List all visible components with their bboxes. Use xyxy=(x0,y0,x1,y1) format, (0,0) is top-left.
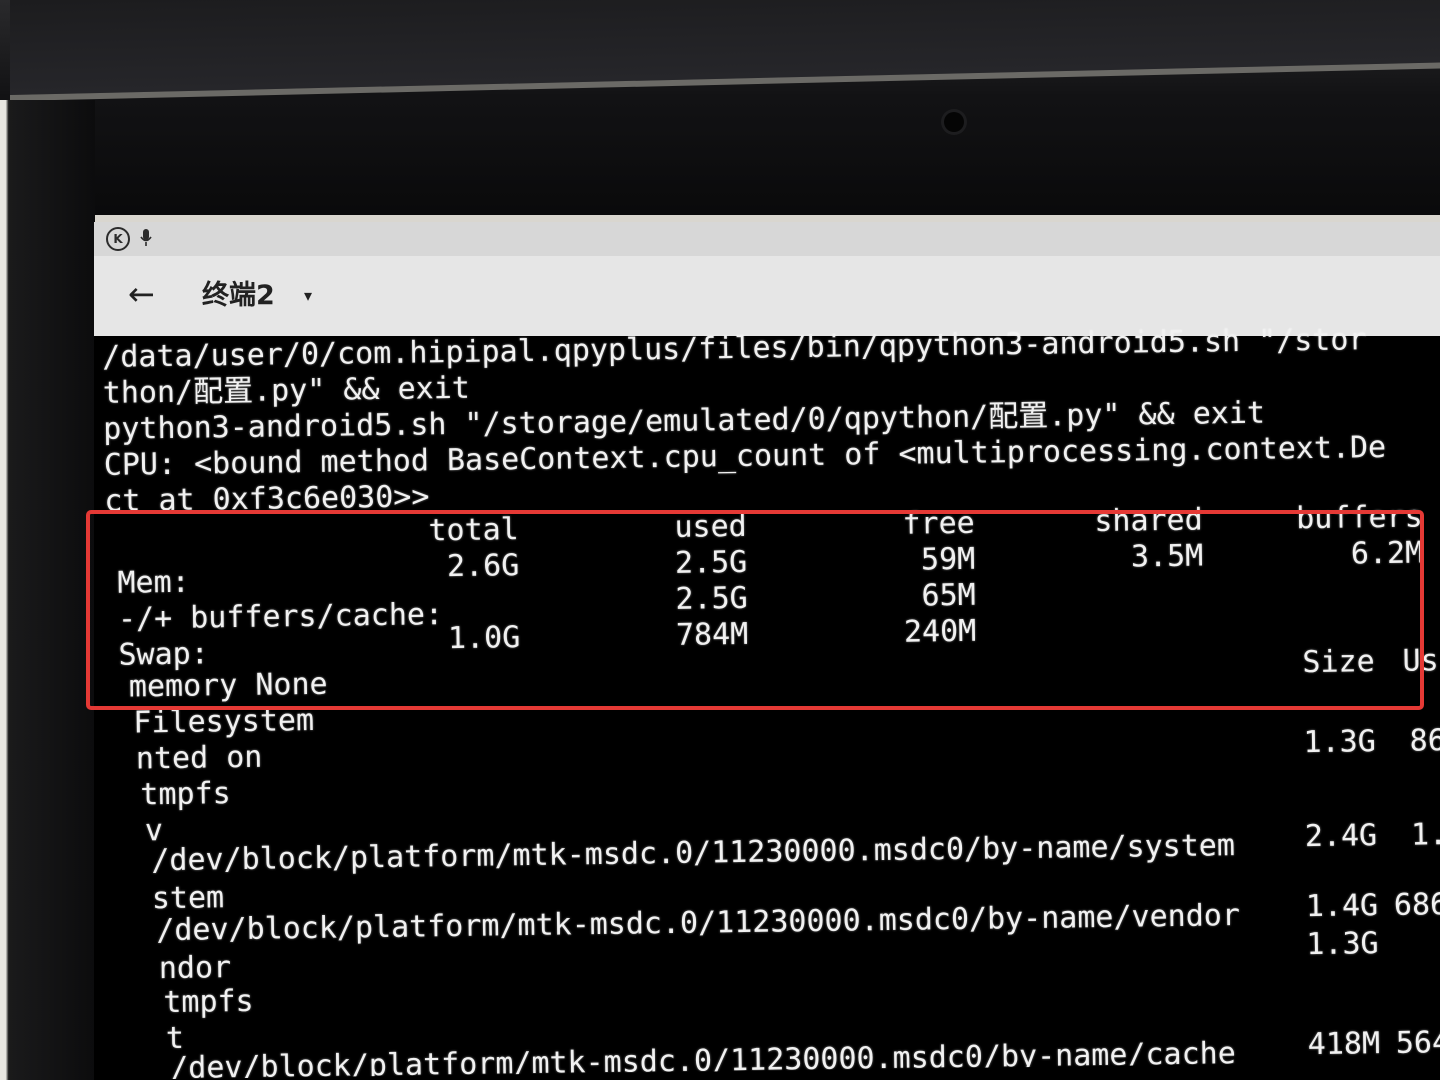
highlight-box xyxy=(86,510,1424,710)
mic-icon xyxy=(140,228,152,254)
df-used: 686 xyxy=(1393,887,1440,923)
k-app-icon: K xyxy=(106,227,130,251)
df-line: /dev/block/platform/mtk-msdc.0/11230000.… xyxy=(169,1036,1237,1080)
df-line: /dev/block/platform/mtk-msdc.0/11230000.… xyxy=(156,898,1241,949)
df-used: 86 xyxy=(1409,723,1440,759)
df-used: 1. xyxy=(1410,817,1440,853)
df-line: nted on xyxy=(135,739,263,777)
tablet-bezel-left xyxy=(0,100,95,1080)
terminal-tab-title[interactable]: 终端2 xyxy=(202,280,275,312)
df-line: tmpfs xyxy=(163,983,254,1021)
front-camera xyxy=(944,112,964,132)
back-arrow-icon[interactable]: ← xyxy=(128,276,155,312)
df-size: 1.3G xyxy=(1306,926,1379,963)
df-line: tmpfs xyxy=(140,776,231,813)
status-bar: K xyxy=(94,222,1440,256)
df-used: 564 xyxy=(1395,1025,1440,1061)
chevron-down-icon[interactable]: ▾ xyxy=(304,284,312,308)
df-line: ndor xyxy=(158,950,232,987)
terminal-line: thon/配置.py" && exit xyxy=(102,370,471,411)
df-line: /dev/block/platform/mtk-msdc.0/11230000.… xyxy=(151,828,1236,879)
